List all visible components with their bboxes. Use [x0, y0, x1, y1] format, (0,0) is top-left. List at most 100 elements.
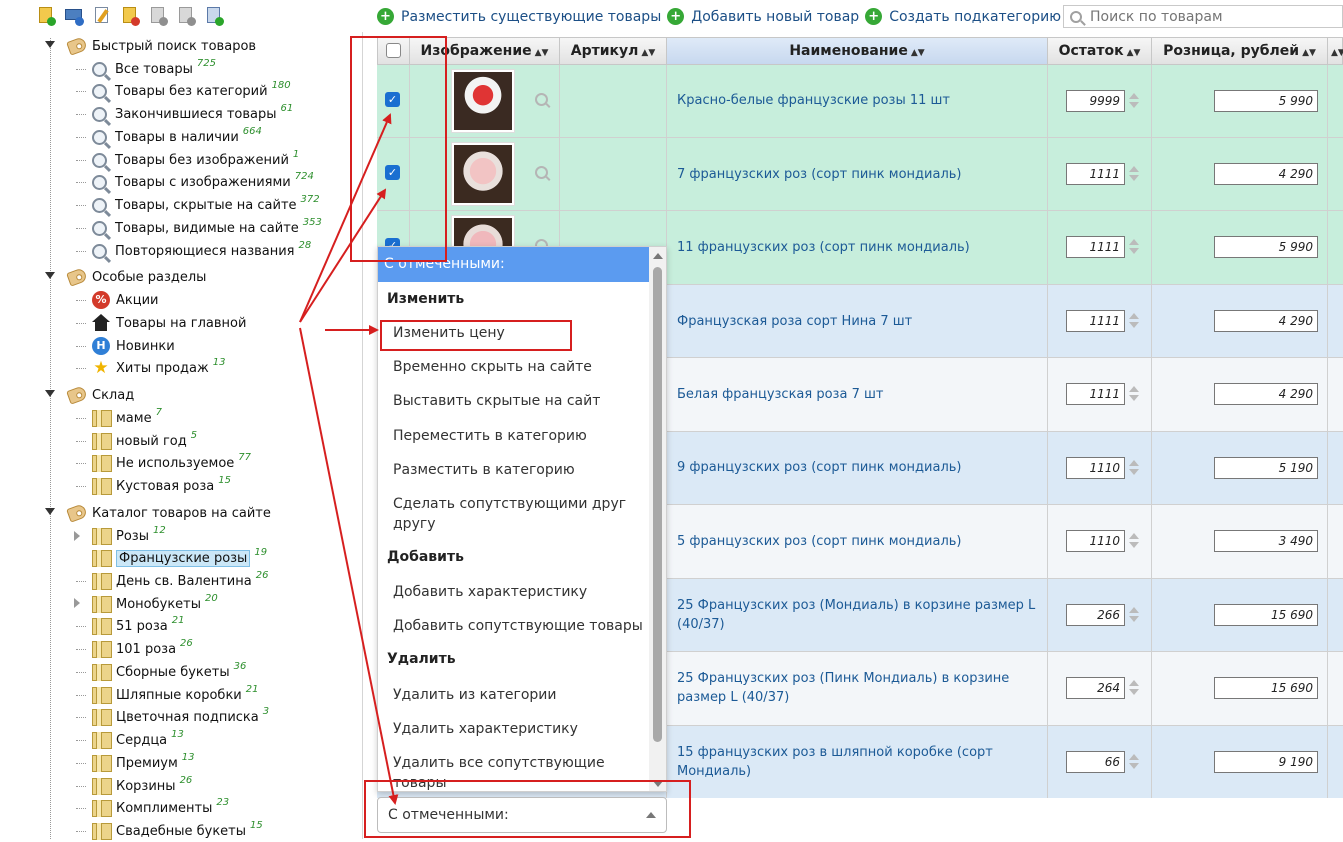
tree-item-no-category[interactable]: Товары без категорий 180 [76, 80, 291, 102]
menu-item-remove-feature[interactable]: Удалить характеристику [393, 719, 643, 739]
tree-item-folder[interactable]: 51 роза 21 [76, 615, 185, 637]
table-row[interactable]: ✓ Красно-белые французские розы 11 шт 99… [377, 65, 1343, 138]
tree-item-all-products[interactable]: Все товары 725 [76, 58, 216, 80]
price-input[interactable]: 3 490 [1214, 530, 1318, 552]
stock-input[interactable]: 1111 [1066, 163, 1125, 185]
stock-stepper[interactable] [1129, 459, 1139, 477]
tree-item-out-of-stock[interactable]: Закончившиеся товары 61 [76, 103, 293, 125]
delete-icon[interactable] [120, 6, 140, 26]
price-input[interactable]: 5 190 [1214, 457, 1318, 479]
expand-arrow-icon[interactable] [74, 531, 80, 541]
stock-input[interactable]: 264 [1066, 677, 1125, 699]
tree-item-folder[interactable]: новый год 5 [76, 430, 197, 452]
product-name-link[interactable]: 11 французских роз (сорт пинк мондиаль) [677, 238, 1037, 257]
stock-input[interactable]: 1110 [1066, 530, 1125, 552]
menu-scrollbar[interactable] [649, 247, 666, 791]
add-product-icon[interactable] [36, 6, 56, 26]
tree-item-visible[interactable]: Товары, видимые на сайте 353 [76, 217, 322, 239]
stock-stepper[interactable] [1129, 385, 1139, 403]
header-stock[interactable]: Остаток ▲▼ [1048, 38, 1152, 64]
tree-item-folder[interactable]: маме 7 [76, 407, 162, 429]
tree-item-folder[interactable]: Монобукеты 20 [92, 593, 218, 615]
stock-input[interactable]: 1111 [1066, 236, 1125, 258]
stock-stepper[interactable] [1129, 606, 1139, 624]
tree-item-hidden[interactable]: Товары, скрытые на сайте 372 [76, 194, 320, 216]
tree-item-folder[interactable]: Кустовая роза 15 [76, 475, 231, 497]
tree-item-folder[interactable]: Премиум 13 [76, 752, 195, 774]
place-existing-products-link[interactable]: + Разместить существующие товары [377, 8, 661, 25]
excel-icon[interactable] [204, 6, 224, 26]
header-more[interactable]: ▲▼ [1328, 38, 1343, 64]
tree-item-in-stock[interactable]: Товары в наличии 664 [76, 126, 262, 148]
tree-item-with-images[interactable]: Товары с изображениями 724 [76, 171, 314, 193]
stock-stepper[interactable] [1129, 312, 1139, 330]
product-name-link[interactable]: 5 французских роз (сорт пинк мондиаль) [677, 532, 1037, 551]
menu-item-add-related[interactable]: Добавить сопутствующие товары [393, 616, 643, 636]
price-input[interactable]: 15 690 [1214, 604, 1318, 626]
tree-item-folder[interactable]: Шляпные коробки 21 [76, 684, 259, 706]
search-input[interactable] [1088, 7, 1328, 26]
product-name-link[interactable]: 25 Французских роз (Мондиаль) в корзине … [677, 596, 1037, 634]
product-name-link[interactable]: 7 французских роз (сорт пинк мондиаль) [677, 165, 1037, 184]
product-name-link[interactable]: 9 французских роз (сорт пинк мондиаль) [677, 458, 1037, 477]
product-name-link[interactable]: 15 французских роз в шляпной коробке (со… [677, 743, 1037, 781]
stock-input[interactable]: 266 [1066, 604, 1125, 626]
menu-item-related-each[interactable]: Сделать сопутствующими друг другу [393, 494, 643, 534]
stock-input[interactable]: 9999 [1066, 90, 1125, 112]
tree-section-quick-search[interactable]: Быстрый поиск товаров [66, 35, 256, 57]
menu-item-add-feature[interactable]: Добавить характеристику [393, 582, 643, 602]
menu-item-place[interactable]: Разместить в категорию [393, 460, 643, 480]
price-input[interactable]: 15 690 [1214, 677, 1318, 699]
import-icon[interactable] [148, 6, 168, 26]
tree-item-folder[interactable]: День св. Валентина 26 [76, 570, 268, 592]
zoom-icon[interactable] [535, 166, 548, 179]
menu-item-move[interactable]: Переместить в категорию [393, 426, 643, 446]
tree-section-catalog[interactable]: Каталог товаров на сайте [66, 502, 271, 524]
price-input[interactable]: 4 290 [1214, 383, 1318, 405]
menu-item-show-hidden[interactable]: Выставить скрытые на сайт [393, 391, 643, 411]
tree-item-new[interactable]: H Новинки [76, 335, 175, 357]
collapse-arrow-icon[interactable] [45, 272, 55, 279]
collapse-arrow-icon[interactable] [45, 508, 55, 515]
tree-item-promotions[interactable]: % Акции [76, 289, 159, 311]
tree-item-roses[interactable]: Розы 12 [92, 525, 166, 547]
header-price[interactable]: Розница, рублей ▲▼ [1152, 38, 1328, 64]
product-name-link[interactable]: 25 Французских роз (Пинк Мондиаль) в кор… [677, 669, 1037, 707]
tree-item-folder[interactable]: Сборные букеты 36 [76, 661, 246, 683]
stock-stepper[interactable] [1129, 238, 1139, 256]
stock-input[interactable]: 1110 [1066, 457, 1125, 479]
tree-item-folder[interactable]: 101 роза 26 [76, 638, 193, 660]
price-input[interactable]: 5 990 [1214, 236, 1318, 258]
tree-item-folder[interactable]: Корзины 26 [76, 775, 192, 797]
menu-item-remove-from-category[interactable]: Удалить из категории [393, 685, 643, 705]
product-name-link[interactable]: Французская роза сорт Нина 7 шт [677, 312, 1037, 331]
zoom-icon[interactable] [535, 93, 548, 106]
header-sku[interactable]: Артикул ▲▼ [560, 38, 667, 64]
collapse-arrow-icon[interactable] [45, 41, 55, 48]
stock-stepper[interactable] [1129, 165, 1139, 183]
tree-section-special[interactable]: Особые разделы [66, 266, 206, 288]
table-row[interactable]: ✓ 7 французских роз (сорт пинк мондиаль)… [377, 138, 1343, 211]
stock-stepper[interactable] [1129, 753, 1139, 771]
edit-icon[interactable] [92, 6, 112, 26]
tree-item-bestsellers[interactable]: ★ Хиты продаж 13 [76, 357, 225, 379]
stock-stepper[interactable] [1129, 92, 1139, 110]
stock-input[interactable]: 66 [1066, 751, 1125, 773]
header-name[interactable]: Наименование ▲▼ [667, 38, 1048, 64]
menu-item-hide[interactable]: Временно скрыть на сайте [393, 357, 643, 377]
tree-section-warehouse[interactable]: Склад [66, 384, 134, 406]
tree-item-folder[interactable]: Комплименты 23 [76, 797, 229, 819]
tree-item-no-images[interactable]: Товары без изображений 1 [76, 149, 299, 171]
display-icon[interactable] [64, 6, 84, 26]
add-new-product-link[interactable]: + Добавить новый товар [667, 8, 859, 25]
product-name-link[interactable]: Красно-белые французские розы 11 шт [677, 91, 1037, 110]
stock-stepper[interactable] [1129, 532, 1139, 550]
tree-item-folder[interactable]: Сердца 13 [76, 729, 184, 751]
tree-item-homepage[interactable]: Товары на главной [76, 312, 246, 334]
tree-item-duplicate-names[interactable]: Повторяющиеся названия 28 [76, 240, 311, 262]
price-input[interactable]: 5 990 [1214, 90, 1318, 112]
price-input[interactable]: 4 290 [1214, 310, 1318, 332]
create-subcategory-link[interactable]: + Создать подкатегорию [865, 8, 1061, 25]
tree-item-folder[interactable]: Цветочная подписка 3 [76, 706, 269, 728]
collapse-arrow-icon[interactable] [45, 390, 55, 397]
